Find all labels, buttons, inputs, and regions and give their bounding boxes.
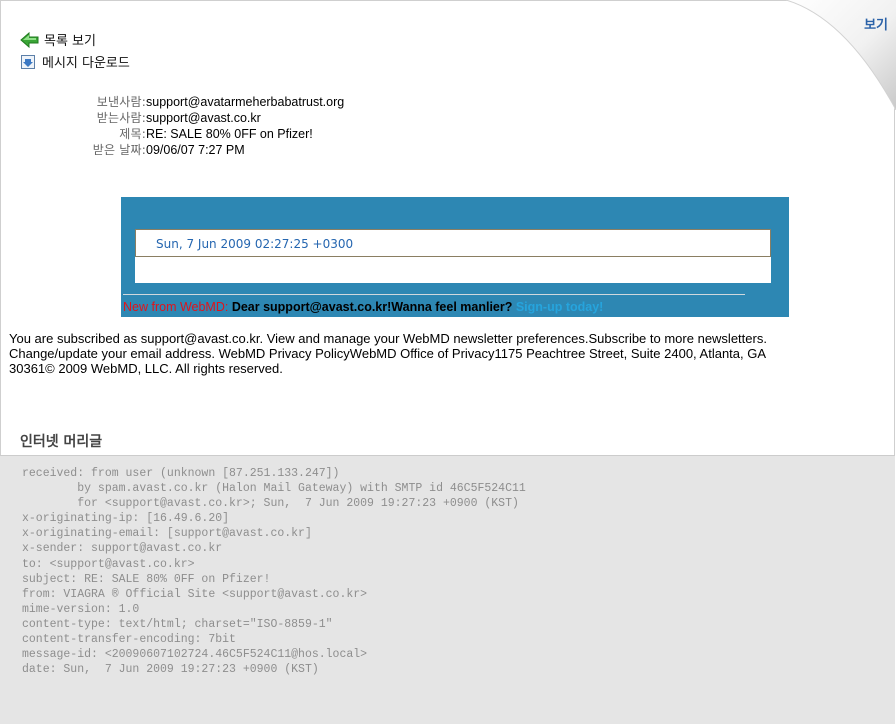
- from-row: 보낸사람: support@avatarmeherbabatrust.org: [0, 95, 344, 109]
- green-arrow-left-icon: [20, 31, 39, 48]
- banner-date-box: Sun, 7 Jun 2009 02:27:25 +0300: [135, 229, 771, 257]
- raw-headers-text: received: from user (unknown [87.251.133…: [22, 467, 526, 677]
- download-label: 메시지 다운로드: [42, 56, 130, 71]
- back-to-list-label: 목록 보기: [44, 34, 96, 49]
- internet-headers-title: 인터넷 머리글: [20, 434, 103, 450]
- date-row: 받은 날짜: 09/06/07 7:27 PM: [0, 143, 245, 157]
- date-value: 09/06/07 7:27 PM: [146, 143, 245, 157]
- webmd-promo-line: New from WebMD: Dear support@avast.co.kr…: [123, 300, 603, 314]
- subject-value: RE: SALE 80% 0FF on Pfizer!: [146, 127, 313, 141]
- to-row: 받는사람: support@avast.co.kr: [0, 111, 261, 125]
- webmd-banner: Sun, 7 Jun 2009 02:27:25 +0300 New from …: [121, 197, 789, 317]
- subject-label: 제목:: [119, 127, 146, 141]
- footer-line: Change/update your email address. WebMD …: [9, 346, 767, 361]
- download-message-button[interactable]: 메시지 다운로드: [20, 52, 130, 71]
- from-value: support@avatarmeherbabatrust.org: [146, 95, 345, 109]
- signup-link[interactable]: Sign-up today!: [512, 300, 604, 314]
- webmd-prefix: New from WebMD:: [123, 300, 229, 314]
- date-label: 받은 날짜:: [92, 143, 146, 157]
- view-button[interactable]: 보기: [864, 14, 888, 33]
- banner-white-strip: [135, 257, 771, 283]
- footer-line: You are subscribed as support@avast.co.k…: [9, 331, 767, 346]
- banner-date: Sun, 7 Jun 2009 02:27:25 +0300: [156, 237, 354, 251]
- webmd-message: Dear support@avast.co.kr!Wanna feel manl…: [228, 300, 513, 314]
- to-label: 받는사람:: [96, 111, 146, 125]
- back-to-list-button[interactable]: 목록 보기: [20, 30, 96, 49]
- banner-divider: [123, 294, 745, 295]
- raw-headers-panel: received: from user (unknown [87.251.133…: [0, 455, 895, 724]
- from-label: 보낸사람:: [96, 95, 146, 109]
- newsletter-footer: You are subscribed as support@avast.co.k…: [9, 331, 889, 376]
- download-icon: [21, 54, 35, 69]
- to-value: support@avast.co.kr: [146, 111, 261, 125]
- subject-row: 제목: RE: SALE 80% 0FF on Pfizer!: [0, 127, 313, 141]
- footer-line: 30361© 2009 WebMD, LLC. All rights reser…: [9, 361, 283, 376]
